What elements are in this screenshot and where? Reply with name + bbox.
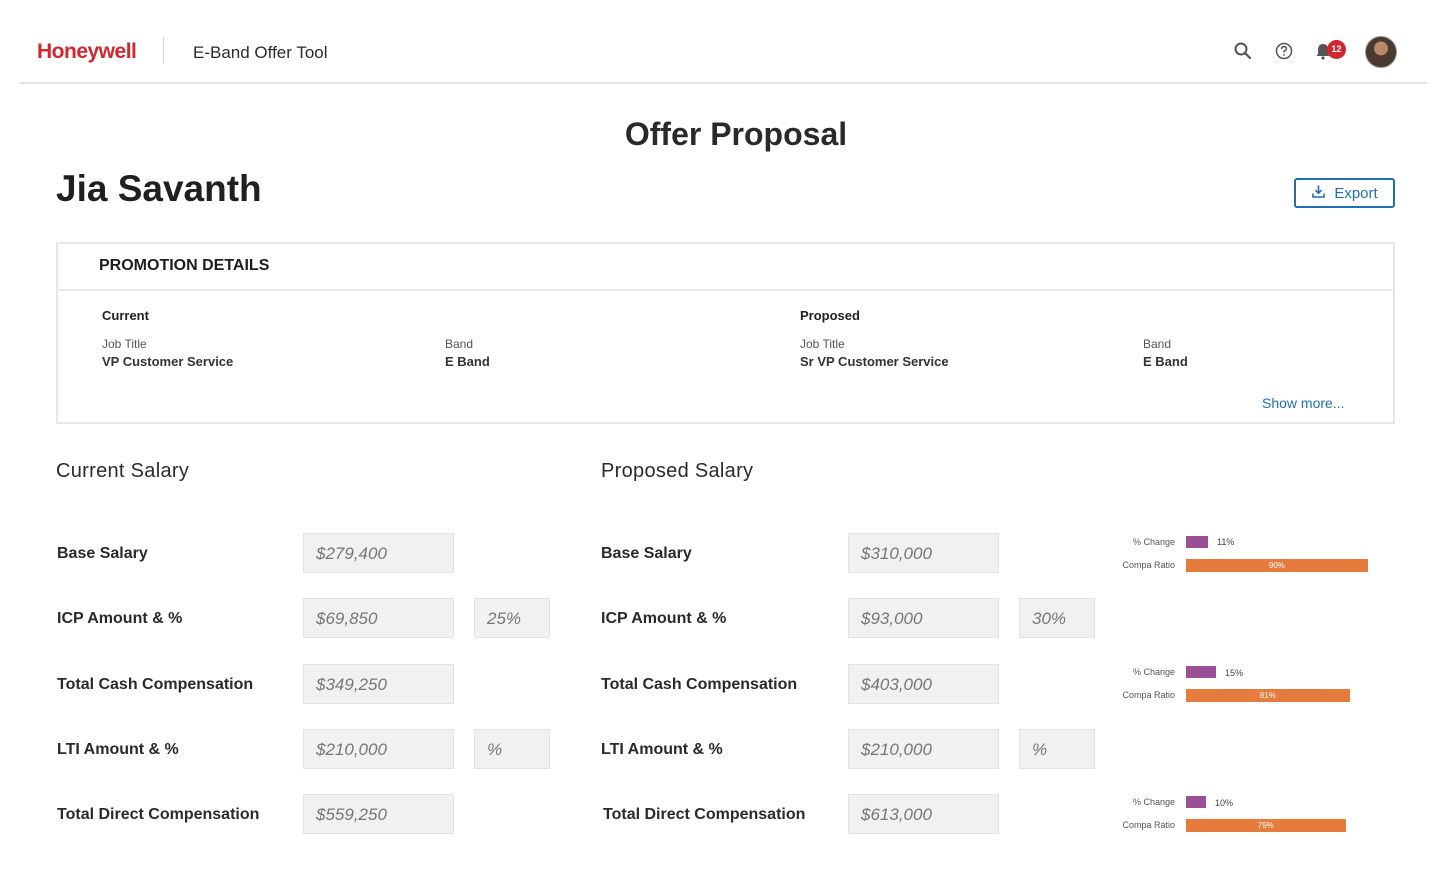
current-base-salary-field[interactable]: $279,400 xyxy=(303,533,454,573)
promotion-details-heading: PROMOTION DETAILS xyxy=(58,244,1393,291)
help-icon[interactable] xyxy=(1274,41,1294,61)
tcc-pct-change-value: 15% xyxy=(1225,668,1244,678)
current-lti-percent-field[interactable]: % xyxy=(474,729,550,769)
proposed-tdc-label: Total Direct Compensation xyxy=(603,806,806,823)
tcc-pct-change-bar xyxy=(1186,666,1216,678)
promotion-details-card: PROMOTION DETAILS Current Job Title VP C… xyxy=(56,242,1395,424)
base-compa-ratio-bar: 90% xyxy=(1186,559,1368,572)
export-label: Export xyxy=(1334,184,1378,202)
current-tcc-label: Total Cash Compensation xyxy=(57,676,254,693)
base-pct-change-value: 11% xyxy=(1217,537,1235,547)
proposed-job-title-value: Sr VP Customer Service xyxy=(800,354,949,369)
tdc-pct-change-label: % Change xyxy=(1132,797,1175,807)
tdc-pct-change-bar xyxy=(1186,796,1206,808)
honeywell-logo[interactable]: Honeywell xyxy=(37,40,137,64)
proposed-lti-label: LTI Amount & % xyxy=(601,741,723,758)
download-icon xyxy=(1311,184,1326,203)
proposed-icp-label: ICP Amount & % xyxy=(601,610,727,627)
tdc-compa-ratio-bar: 79% xyxy=(1186,819,1346,832)
notification-count-badge[interactable]: 12 xyxy=(1327,40,1346,59)
proposed-icp-amount-field[interactable]: $93,000 xyxy=(848,598,999,638)
tcc-compa-ratio-label: Compa Ratio xyxy=(1122,690,1175,700)
current-icp-amount-field[interactable]: $69,850 xyxy=(303,598,454,638)
tdc-compa-ratio-label: Compa Ratio xyxy=(1122,820,1175,830)
current-tcc-field[interactable]: $349,250 xyxy=(303,664,454,704)
current-column-title: Current xyxy=(102,308,149,323)
proposed-column-title: Proposed xyxy=(800,308,860,323)
app-title: E-Band Offer Tool xyxy=(193,43,328,62)
tcc-pct-change-label: % Change xyxy=(1132,667,1175,677)
proposed-base-salary-label: Base Salary xyxy=(601,545,692,562)
employee-name: Jia Savanth xyxy=(56,168,262,209)
proposed-band-value: E Band xyxy=(1143,354,1188,369)
current-job-title-label: Job Title xyxy=(102,337,147,351)
proposed-lti-amount-field[interactable]: $210,000 xyxy=(848,729,999,769)
tdc-pct-change-value: 10% xyxy=(1215,798,1234,808)
page-title: Offer Proposal xyxy=(624,116,848,152)
top-header: Honeywell E-Band Offer Tool 12 xyxy=(20,0,1427,84)
proposed-base-salary-field[interactable]: $310,000 xyxy=(848,533,999,573)
proposed-lti-percent-field[interactable]: % xyxy=(1019,729,1095,769)
proposed-salary-title: Proposed Salary xyxy=(601,460,754,482)
proposed-tcc-label: Total Cash Compensation xyxy=(601,676,798,693)
base-compa-ratio-label: Compa Ratio xyxy=(1122,560,1175,570)
current-lti-amount-field[interactable]: $210,000 xyxy=(303,729,454,769)
base-pct-change-bar xyxy=(1186,536,1208,548)
proposed-icp-percent-field[interactable]: 30% xyxy=(1019,598,1095,638)
tcc-compa-ratio-bar: 81% xyxy=(1186,689,1350,702)
proposed-tcc-field[interactable]: $403,000 xyxy=(848,664,999,704)
current-lti-label: LTI Amount & % xyxy=(57,741,179,758)
header-divider xyxy=(163,37,164,63)
current-job-title-value: VP Customer Service xyxy=(102,354,234,369)
current-band-value: E Band xyxy=(445,354,490,369)
user-avatar[interactable] xyxy=(1365,36,1397,68)
current-tdc-field[interactable]: $559,250 xyxy=(303,794,454,834)
proposed-band-label: Band xyxy=(1143,337,1172,351)
proposed-tdc-field[interactable]: $613,000 xyxy=(848,794,999,834)
proposed-job-title-label: Job Title xyxy=(800,337,845,351)
current-base-salary-label: Base Salary xyxy=(57,545,148,562)
current-salary-title: Current Salary xyxy=(56,460,190,482)
current-tdc-label: Total Direct Compensation xyxy=(57,806,260,823)
export-button[interactable]: Export xyxy=(1294,178,1395,208)
base-pct-change-label: % Change xyxy=(1132,537,1175,547)
current-icp-percent-field[interactable]: 25% xyxy=(474,598,550,638)
show-more-link[interactable]: Show more... xyxy=(1262,395,1344,411)
search-icon[interactable] xyxy=(1233,41,1253,61)
current-icp-label: ICP Amount & % xyxy=(57,610,183,627)
current-band-label: Band xyxy=(445,337,474,351)
